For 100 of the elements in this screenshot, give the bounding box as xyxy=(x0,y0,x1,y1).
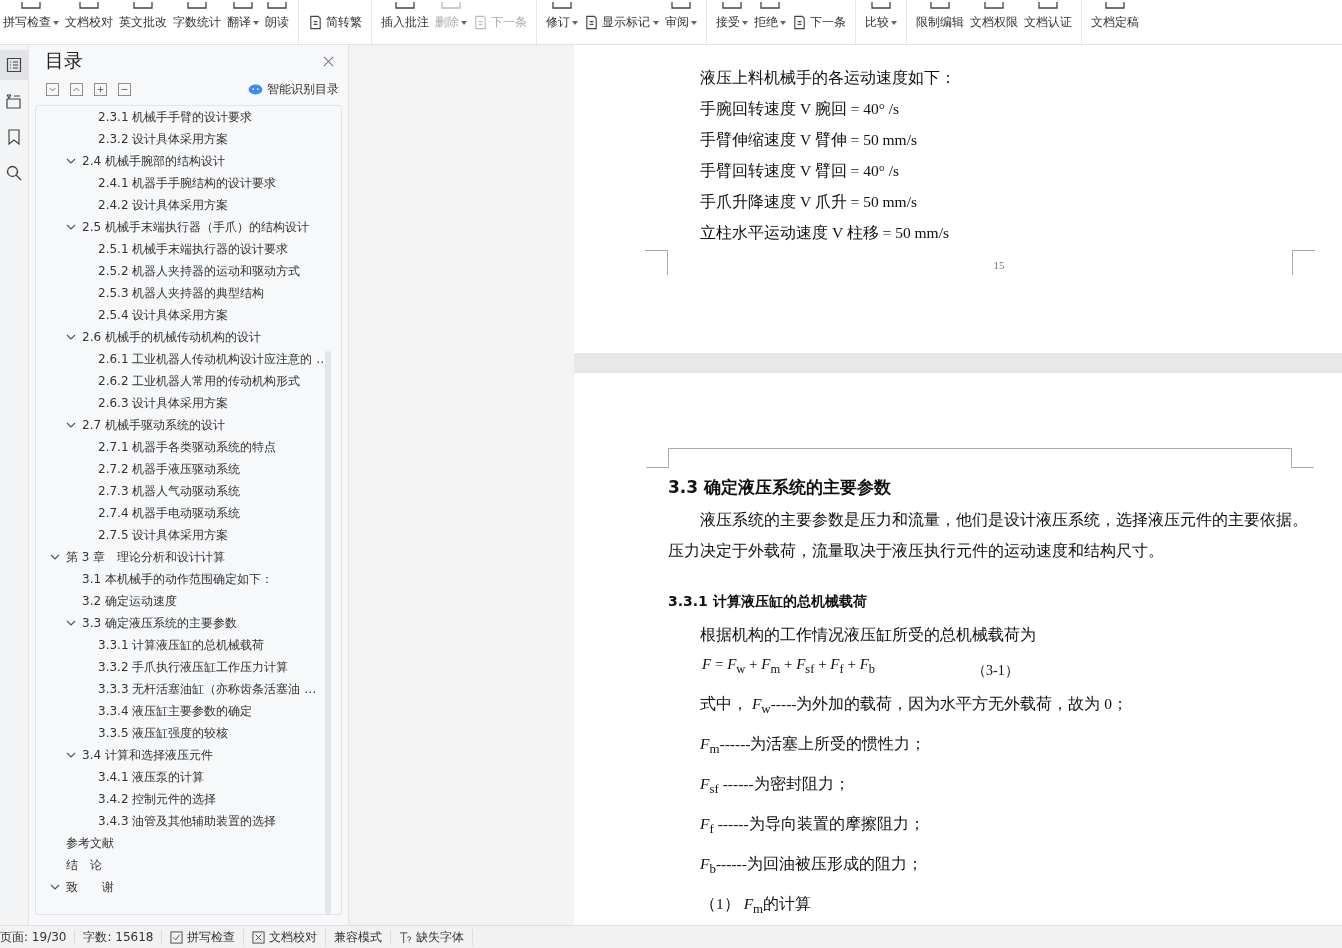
clipped-icon xyxy=(232,2,254,10)
toc-entry[interactable]: 3.4.1 液压泵的计算 xyxy=(98,768,205,786)
document-text: F$_{f}$ ------为导向装置的摩擦阻力； xyxy=(699,814,926,839)
collapse-up-icon[interactable] xyxy=(70,82,83,96)
toc-entry[interactable]: 2.4 机械手腕部的结构设计 xyxy=(82,152,225,170)
toc-entry[interactable]: 2.6 机械手的机械传动机构的设计 xyxy=(82,328,261,346)
document-text: F$_{m}$------为活塞上所受的惯性力； xyxy=(699,734,928,759)
toolbar-button[interactable]: 拒绝 xyxy=(751,2,789,31)
toc-entry[interactable]: 2.5 机械手末端执行器（手爪）的结构设计 xyxy=(82,218,309,236)
toolbar-button[interactable]: 修订 xyxy=(543,2,581,31)
crossed-box-icon xyxy=(252,930,266,944)
expand-down-icon[interactable] xyxy=(46,82,59,96)
toc-entry[interactable]: 3.3 确定液压系统的主要参数 xyxy=(82,614,237,632)
toc-entry[interactable]: 致 谢 xyxy=(66,878,114,896)
toc-entry[interactable]: 第 3 章 理论分析和设计计算 xyxy=(66,548,226,566)
toc-entry[interactable]: 3.4.3 油管及其他辅助装置的选择 xyxy=(98,812,277,830)
toc-entry[interactable]: 2.3.1 机械手手臂的设计要求 xyxy=(98,108,253,126)
document-icon xyxy=(792,15,807,30)
document-icon xyxy=(308,15,323,30)
smart-toc-button[interactable]: 智能识别目录 xyxy=(248,80,339,98)
toolbar-button[interactable]: 拼写检查 xyxy=(0,2,62,31)
missing-font-icon xyxy=(399,930,413,944)
chevron-down-icon[interactable] xyxy=(66,420,76,430)
toolbar-button[interactable]: 下一条 xyxy=(789,14,849,31)
toc-entry[interactable]: 2.6.2 工业机器人常用的传动机构形式 xyxy=(98,372,301,390)
toolbar-button[interactable]: 比较 xyxy=(862,2,900,31)
equation-number: （3-1） xyxy=(972,662,1019,680)
status-text: 兼容模式 xyxy=(326,930,392,944)
status-button[interactable]: 拼写检查 xyxy=(162,928,245,946)
toolbar-button[interactable]: 限制编辑 xyxy=(913,2,967,31)
document-text: F$_{sf}$ ------为密封阻力； xyxy=(699,774,851,799)
toolbar-button[interactable]: 文档权限 xyxy=(967,2,1021,31)
close-icon[interactable] xyxy=(323,55,334,67)
toolbar-button[interactable]: 接受 xyxy=(713,2,751,31)
toolbar-button[interactable]: 插入批注 xyxy=(378,2,432,31)
chevron-down-icon[interactable] xyxy=(66,222,76,232)
document-text: 手臂伸缩速度 V 臂伸 = 50 mm/s xyxy=(700,130,918,150)
clipped-icon xyxy=(132,2,154,10)
toc-entry[interactable]: 2.4.2 设计具体采用方案 xyxy=(98,196,229,214)
toc-entry[interactable]: 3.3.1 计算液压缸的总机械载荷 xyxy=(98,636,265,654)
chevron-down-icon[interactable] xyxy=(66,332,76,342)
toc-entry[interactable]: 参考文献 xyxy=(66,834,114,852)
toc-entry[interactable]: 2.7 机械手驱动系统的设计 xyxy=(82,416,225,434)
status-text: 字数: 15618 xyxy=(75,930,163,944)
toc-entry[interactable]: 2.3.2 设计具体采用方案 xyxy=(98,130,229,148)
toc-entry[interactable]: 3.3.4 液压缸主要参数的确定 xyxy=(98,702,253,720)
document-text: F$_{b}$------为回油被压形成的阻力； xyxy=(699,854,924,879)
clipped-icon xyxy=(78,2,100,10)
toolbar-button[interactable]: 翻译 xyxy=(224,2,262,31)
toc-entry[interactable]: 3.2 确定运动速度 xyxy=(82,592,177,610)
toolbar-button[interactable]: 简转繁 xyxy=(305,14,365,31)
section-heading: 3.3 确定液压系统的主要参数 xyxy=(668,476,893,499)
toc-entry[interactable]: 3.3.2 手爪执行液压缸工作压力计算 xyxy=(98,658,289,676)
toc-entry[interactable]: 3.3.3 无杆活塞油缸（亦称齿条活塞油 … xyxy=(98,680,317,698)
toc-entry[interactable]: 2.6.1 工业机器人传动机构设计应注意的 … xyxy=(98,350,329,368)
chevron-down-icon[interactable] xyxy=(66,618,76,628)
chevron-down-icon[interactable] xyxy=(66,750,76,760)
minus-icon[interactable] xyxy=(118,82,131,96)
toc-entry[interactable]: 2.5.3 机器人夹持器的典型结构 xyxy=(98,284,265,302)
clipped-icon xyxy=(266,2,288,10)
clipped-icon xyxy=(394,2,416,10)
document-text: 手臂回转速度 V 臂回 = 40° /s xyxy=(700,161,901,181)
toc-entry[interactable]: 2.5.4 设计具体采用方案 xyxy=(98,306,229,324)
subsection-heading: 3.3.1 计算液压缸的总机械载荷 xyxy=(668,592,868,611)
toc-entry[interactable]: 结 论 xyxy=(66,856,102,874)
document-text: 液压上料机械手的各运动速度如下： xyxy=(700,68,957,88)
toc-entry[interactable]: 2.5.1 机械手末端执行器的设计要求 xyxy=(98,240,289,258)
panel-title: 目录 xyxy=(45,48,83,73)
toc-entry[interactable]: 2.6.3 设计具体采用方案 xyxy=(98,394,229,412)
toc-entry[interactable]: 2.7.5 设计具体采用方案 xyxy=(98,526,229,544)
toc-entry[interactable]: 2.7.1 机器手各类驱动系统的特点 xyxy=(98,438,277,456)
toolbar-button[interactable]: 文档定稿 xyxy=(1088,2,1142,31)
toolbar-button[interactable]: 审阅 xyxy=(662,2,700,31)
toolbar-button[interactable]: 文档认证 xyxy=(1021,2,1075,31)
toc-entry[interactable]: 2.5.2 机器人夹持器的运动和驱动方式 xyxy=(98,262,301,280)
clipped-icon xyxy=(983,2,1005,10)
chevron-down-icon[interactable] xyxy=(50,882,60,892)
toc-entry[interactable]: 2.7.4 机器手电动驱动系统 xyxy=(98,504,241,522)
clipped-icon xyxy=(1037,2,1059,10)
toc-entry[interactable]: 3.4 计算和选择液压元件 xyxy=(82,746,213,764)
status-button[interactable]: 文档校对 xyxy=(244,928,327,946)
document-icon xyxy=(584,15,599,30)
status-button[interactable]: 缺失字体 xyxy=(391,928,474,946)
chevron-down-icon[interactable] xyxy=(50,552,60,562)
toolbar-button[interactable]: 显示标记 xyxy=(581,14,662,31)
toolbar-button[interactable]: 朗读 xyxy=(262,2,292,31)
clipped-icon xyxy=(186,2,208,10)
toc-entry[interactable]: 2.7.2 机器手液压驱动系统 xyxy=(98,460,241,478)
corner-mark xyxy=(645,250,668,275)
toc-entry[interactable]: 2.7.3 机器人气动驱动系统 xyxy=(98,482,241,500)
toc-entry[interactable]: 3.1 本机械手的动作范围确定如下： xyxy=(82,570,273,588)
list-icon[interactable] xyxy=(0,50,28,80)
toc-entry[interactable]: 2.4.1 机器手手腕结构的设计要求 xyxy=(98,174,277,192)
toc-entry[interactable]: 3.4.2 控制元件的选择 xyxy=(98,790,217,808)
plus-icon[interactable] xyxy=(94,82,107,96)
toolbar-button[interactable]: 字数统计 xyxy=(170,2,224,31)
toc-entry[interactable]: 3.3.5 液压缸强度的较核 xyxy=(98,724,229,742)
toolbar-button[interactable]: 文档校对 xyxy=(62,2,116,31)
toolbar-button[interactable]: 英文批改 xyxy=(116,2,170,31)
chevron-down-icon[interactable] xyxy=(66,156,76,166)
